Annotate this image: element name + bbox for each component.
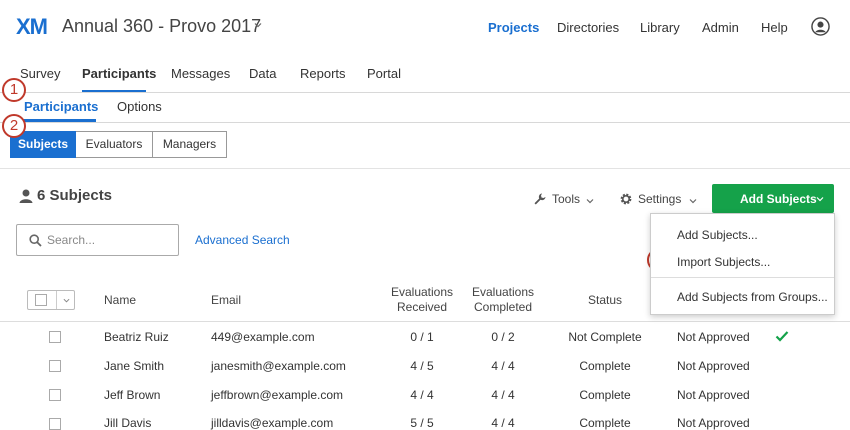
menu-separator: [651, 277, 834, 278]
column-header-name[interactable]: Name: [104, 293, 136, 308]
select-options-toggle[interactable]: [56, 291, 76, 309]
xm-logo[interactable]: XM: [16, 14, 48, 40]
column-header-received[interactable]: Evaluations Received: [382, 285, 462, 315]
add-subjects-label: Add Subjects: [740, 192, 817, 206]
row-email: jilldavis@example.com: [211, 416, 334, 430]
active-subtab-indicator: [22, 119, 96, 122]
gear-icon[interactable]: [619, 192, 633, 206]
row-name[interactable]: Jill Davis: [104, 416, 151, 430]
project-title[interactable]: Annual 360 - Provo 2017: [62, 16, 261, 37]
tab-data[interactable]: Data: [249, 66, 276, 81]
row-received: 4 / 4: [410, 388, 434, 402]
row-email: 449@example.com: [211, 330, 315, 344]
tab-messages[interactable]: Messages: [171, 66, 230, 81]
search-icon: [29, 234, 42, 247]
row-status: Complete: [579, 416, 631, 430]
column-header-completed[interactable]: Evaluations Completed: [463, 285, 543, 315]
chevron-down-icon[interactable]: [586, 197, 594, 205]
tools-button[interactable]: Tools: [552, 192, 580, 206]
chevron-down-icon: [63, 298, 70, 303]
row-received: 0 / 1: [410, 330, 434, 344]
segment-managers[interactable]: Managers: [153, 131, 227, 158]
advanced-search-link[interactable]: Advanced Search: [195, 233, 290, 247]
row-name[interactable]: Jane Smith: [104, 359, 164, 373]
row-checkbox[interactable]: [49, 360, 61, 372]
search-input[interactable]: Search...: [16, 224, 179, 256]
segment-evaluators[interactable]: Evaluators: [76, 131, 153, 158]
project-tabs: Survey Participants Messages Data Report…: [0, 54, 850, 93]
subtab-options[interactable]: Options: [117, 99, 162, 114]
row-email: jeffbrown@example.com: [211, 388, 344, 402]
received-header-line1: Evaluations: [390, 285, 454, 299]
row-approval: Not Approved: [677, 359, 750, 373]
select-all-dropdown[interactable]: [27, 290, 75, 310]
row-completed: 4 / 4: [491, 416, 515, 430]
row-checkbox[interactable]: [49, 418, 61, 430]
completed-header-line2: Completed: [473, 300, 533, 314]
column-header-status[interactable]: Status: [570, 293, 640, 308]
tab-survey[interactable]: Survey: [20, 66, 60, 81]
tab-reports[interactable]: Reports: [300, 66, 346, 81]
row-name[interactable]: Jeff Brown: [104, 388, 160, 402]
row-checkbox[interactable]: [49, 389, 61, 401]
nav-library[interactable]: Library: [640, 20, 680, 35]
row-approval: Not Approved: [677, 330, 750, 344]
row-completed: 0 / 2: [491, 330, 515, 344]
nav-projects[interactable]: Projects: [488, 20, 539, 35]
search-placeholder: Search...: [47, 233, 96, 247]
subtab-participants[interactable]: Participants: [24, 99, 98, 114]
chevron-down-icon[interactable]: [254, 21, 262, 29]
row-checkbox[interactable]: [49, 331, 61, 343]
add-subjects-menu: Add Subjects... Import Subjects... Add S…: [650, 213, 835, 315]
row-status: Complete: [579, 359, 631, 373]
row-status: Not Complete: [568, 330, 642, 344]
column-header-email[interactable]: Email: [211, 293, 241, 308]
tab-participants[interactable]: Participants: [82, 66, 156, 81]
callout-2: 2: [2, 114, 26, 138]
row-received: 5 / 5: [410, 416, 434, 430]
nav-directories[interactable]: Directories: [557, 20, 619, 35]
nav-admin[interactable]: Admin: [702, 20, 739, 35]
row-name[interactable]: Beatriz Ruiz: [104, 330, 169, 344]
menu-item-add-subjects[interactable]: Add Subjects...: [677, 228, 758, 242]
subjects-count: 6 Subjects: [37, 187, 113, 204]
nav-help[interactable]: Help: [761, 20, 788, 35]
row-email: janesmith@example.com: [211, 359, 346, 373]
top-header: XM Annual 360 - Provo 2017 Projects Dire…: [0, 0, 850, 54]
participant-subtabs: Participants Options: [0, 92, 850, 123]
settings-button[interactable]: Settings: [638, 192, 681, 206]
completed-header-line1: Evaluations: [471, 285, 535, 299]
select-all-checkbox[interactable]: [35, 294, 47, 306]
menu-item-import-subjects[interactable]: Import Subjects...: [677, 255, 770, 269]
callout-1: 1: [2, 78, 26, 102]
add-subjects-button[interactable]: Add Subjects: [712, 184, 834, 213]
table-header-divider: [0, 321, 850, 322]
row-completed: 4 / 4: [491, 359, 515, 373]
tab-portal[interactable]: Portal: [367, 66, 401, 81]
row-completed: 4 / 4: [491, 388, 515, 402]
chevron-down-icon[interactable]: [689, 197, 697, 205]
person-icon: [19, 189, 33, 203]
row-approval: Not Approved: [677, 388, 750, 402]
chevron-down-icon: [816, 197, 824, 202]
received-header-line2: Received: [396, 300, 448, 314]
section-divider: [0, 168, 850, 169]
checkmark-icon: [775, 331, 789, 342]
menu-item-add-from-groups[interactable]: Add Subjects from Groups...: [677, 290, 828, 304]
wrench-icon[interactable]: [533, 192, 547, 206]
row-status: Complete: [579, 388, 631, 402]
row-received: 4 / 5: [410, 359, 434, 373]
row-approval: Not Approved: [677, 416, 750, 430]
user-account-icon[interactable]: [811, 17, 830, 36]
